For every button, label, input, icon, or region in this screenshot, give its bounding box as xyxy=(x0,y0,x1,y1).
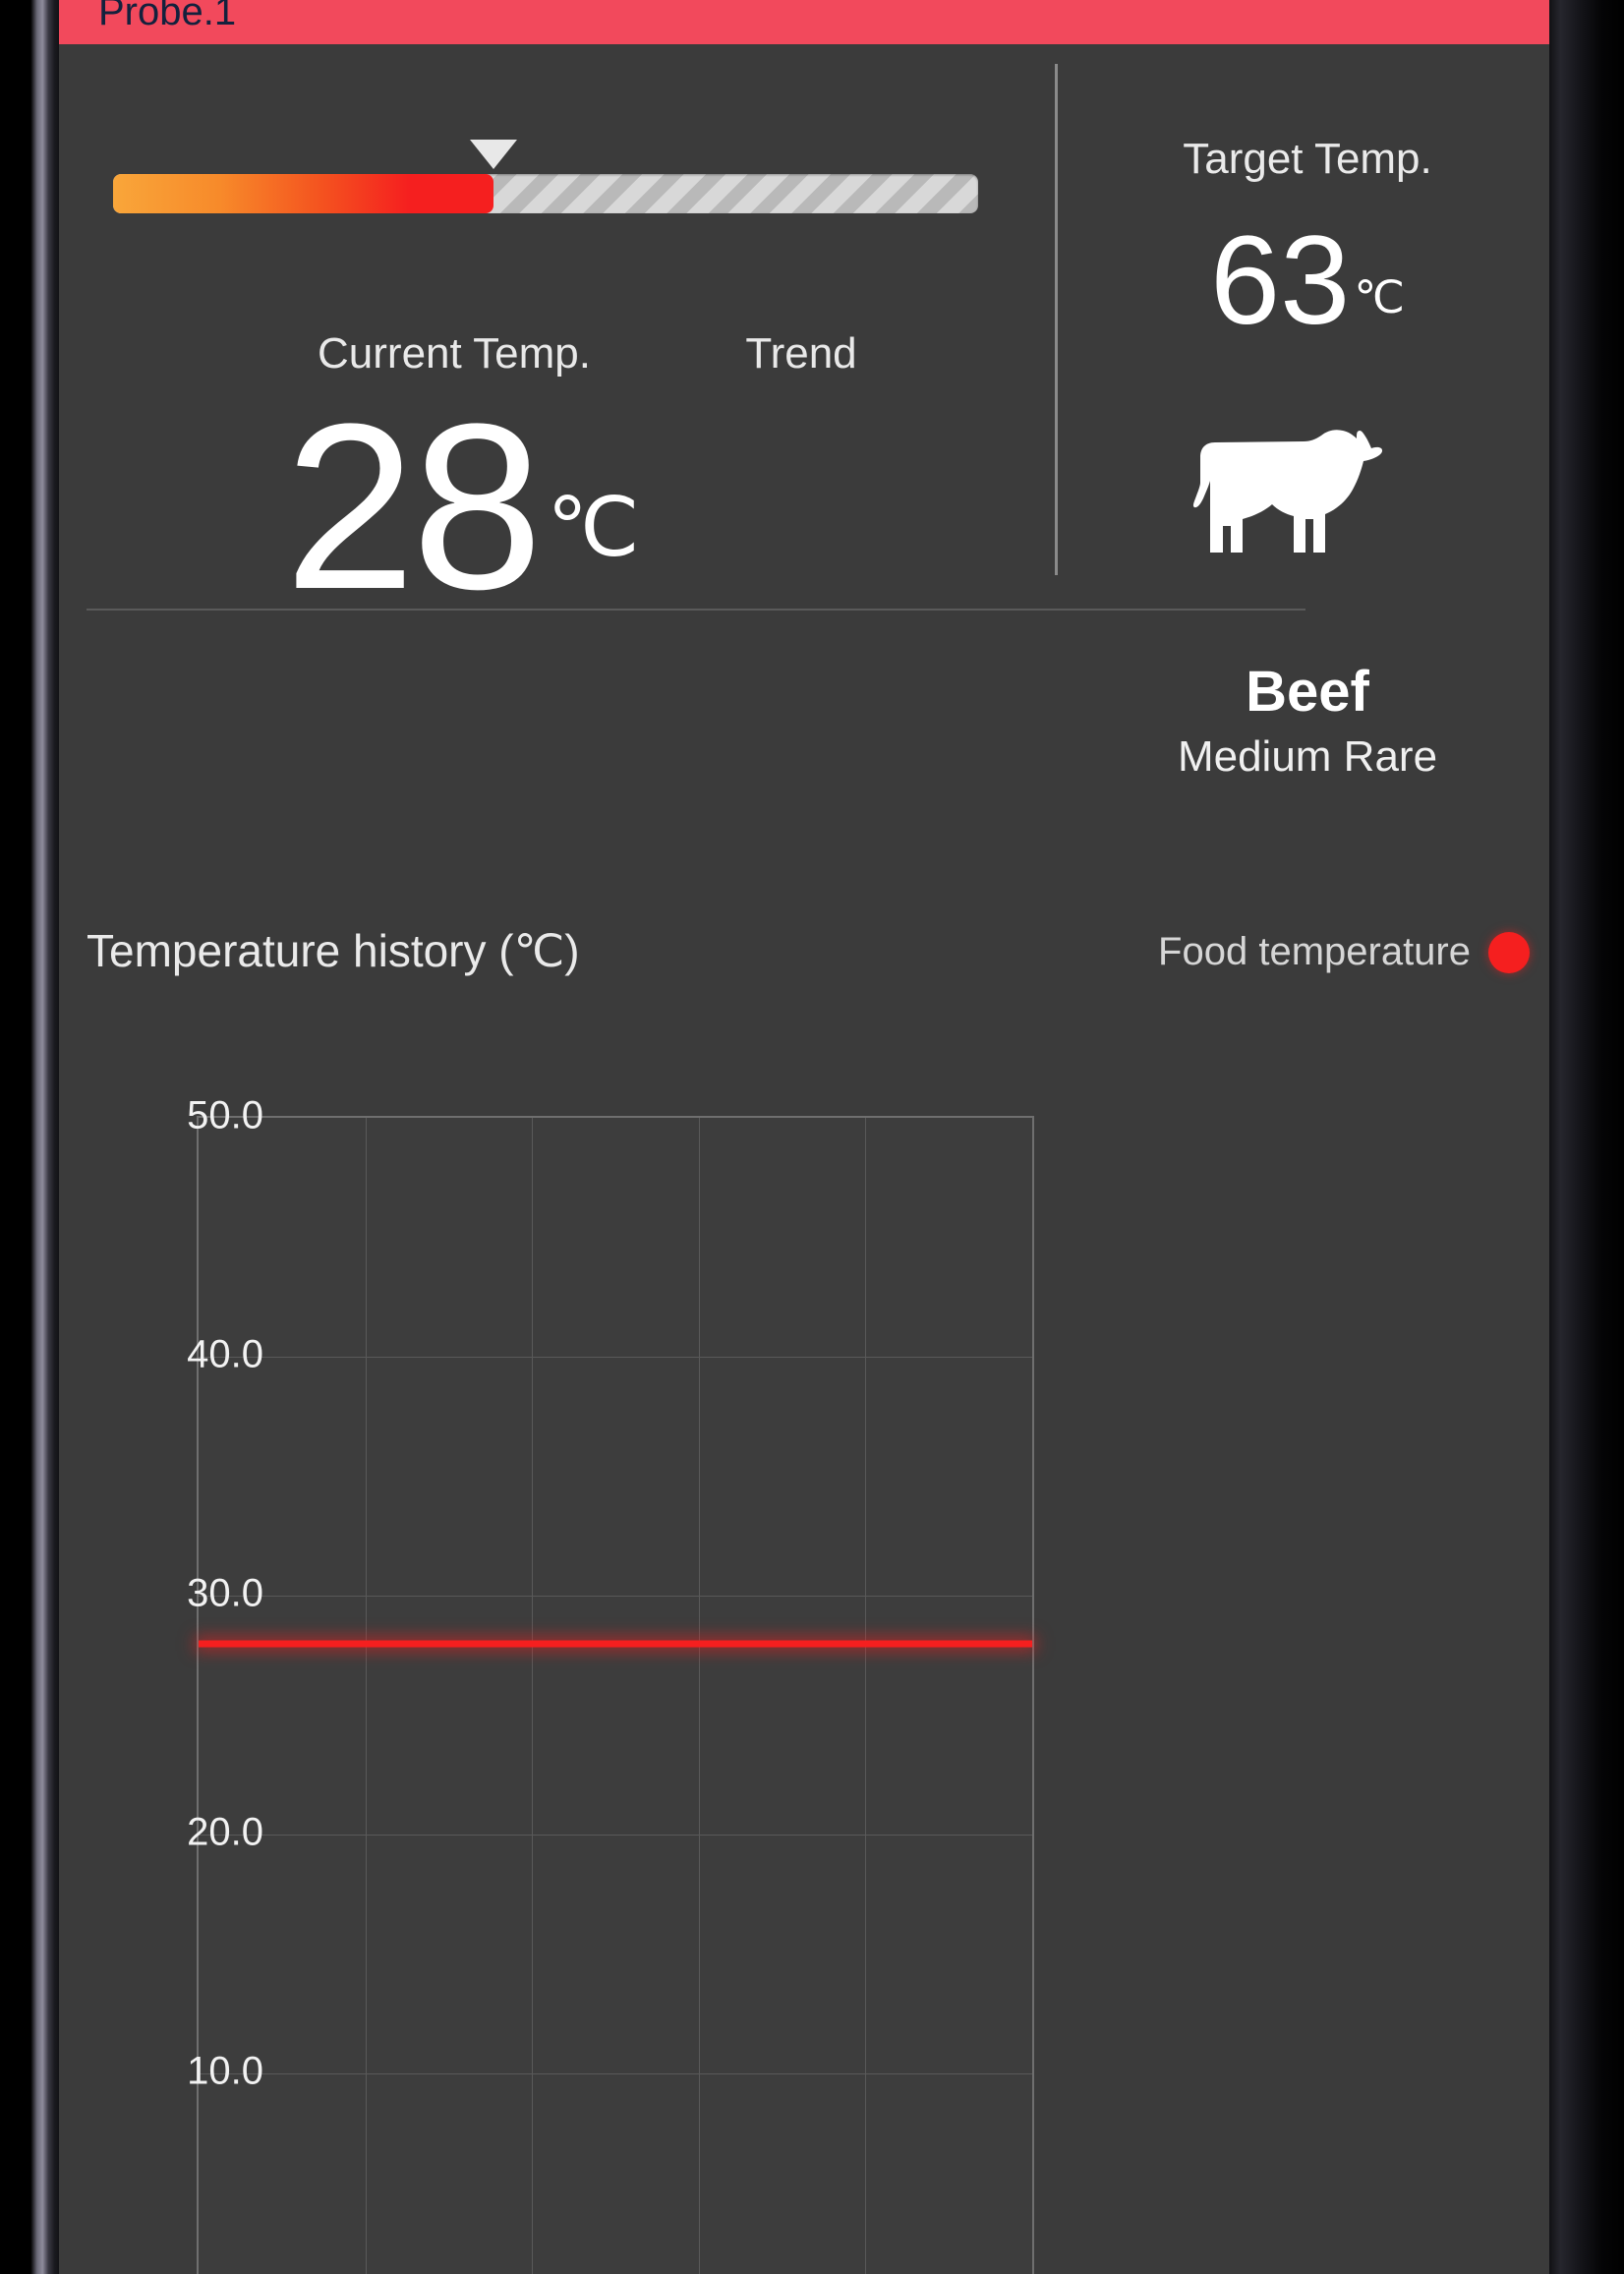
food-doneness: Medium Rare xyxy=(1177,732,1438,781)
probe-summary-card: Current Temp. Trend 28 ℃ Target Temp. 63… xyxy=(59,44,1549,831)
target-temp-label: Target Temp. xyxy=(1183,135,1432,183)
chart-y-axis-label: 50.0 xyxy=(187,1093,263,1137)
chart-title: Temperature history (℃) xyxy=(87,925,580,976)
chart-y-axis-label: 30.0 xyxy=(187,1571,263,1615)
chart-plot-area xyxy=(197,1116,1034,2274)
chart-header: Temperature history (℃) Food temperature xyxy=(59,924,1549,1013)
target-temp-unit: ℃ xyxy=(1354,270,1406,322)
phone-left-bezel xyxy=(0,0,59,2274)
probe-header-bar[interactable]: Probe.1 xyxy=(59,0,1549,44)
phone-side-button[interactable] xyxy=(14,511,26,629)
target-temp-readout[interactable]: 63 ℃ xyxy=(1091,210,1524,351)
chart-gridline-horizontal xyxy=(199,1596,1032,1597)
current-temp-unit: ℃ xyxy=(547,480,640,573)
legend-color-dot xyxy=(1488,931,1530,973)
chart-gridline-horizontal xyxy=(199,2073,1032,2074)
food-icon-container[interactable] xyxy=(1091,413,1524,560)
phone-side-button[interactable] xyxy=(14,324,26,442)
beef-cow-icon xyxy=(1192,429,1383,553)
target-temp-value: 63 xyxy=(1209,210,1351,351)
phone-right-bezel xyxy=(1549,0,1624,2274)
food-name: Beef xyxy=(1246,660,1369,724)
progress-track xyxy=(113,174,978,213)
chart-gridline-vertical xyxy=(532,1118,534,2274)
phone-side-button[interactable] xyxy=(14,1170,26,1347)
phone-frame: Probe.1 Current Temp. Trend 28 ℃ Target … xyxy=(0,0,1624,2274)
vertical-divider xyxy=(1055,64,1058,575)
chart-series-line xyxy=(199,1640,1032,1648)
chart-y-axis-label: 20.0 xyxy=(187,1810,263,1854)
chart-y-axis-label: 10.0 xyxy=(187,2049,263,2093)
current-temp-label: Current Temp. xyxy=(318,329,591,378)
app-screen: Probe.1 Current Temp. Trend 28 ℃ Target … xyxy=(59,0,1549,2274)
probe-title: Probe.1 xyxy=(98,0,237,33)
chart-gridline-vertical xyxy=(698,1118,700,2274)
chart-gridline-horizontal xyxy=(199,1835,1032,1836)
chart-legend[interactable]: Food temperature xyxy=(1158,930,1530,974)
chart-y-axis-label: 40.0 xyxy=(187,1332,263,1376)
chart-gridline-vertical xyxy=(365,1118,367,2274)
current-temp-value: 28 xyxy=(284,375,543,638)
current-temp-readout: 28 ℃ xyxy=(206,375,718,638)
trend-label: Trend xyxy=(745,329,857,378)
phone-side-button[interactable] xyxy=(14,187,26,295)
temperature-history-chart[interactable]: 50.040.030.020.010.00.001:08:1001:08:110… xyxy=(59,1042,1549,2274)
progress-marker-icon xyxy=(470,140,518,169)
temperature-progress-bar[interactable] xyxy=(113,140,978,213)
chart-gridline-horizontal xyxy=(199,1357,1032,1358)
legend-label: Food temperature xyxy=(1158,930,1471,973)
chart-gridline-vertical xyxy=(865,1118,867,2274)
progress-fill xyxy=(113,174,494,213)
